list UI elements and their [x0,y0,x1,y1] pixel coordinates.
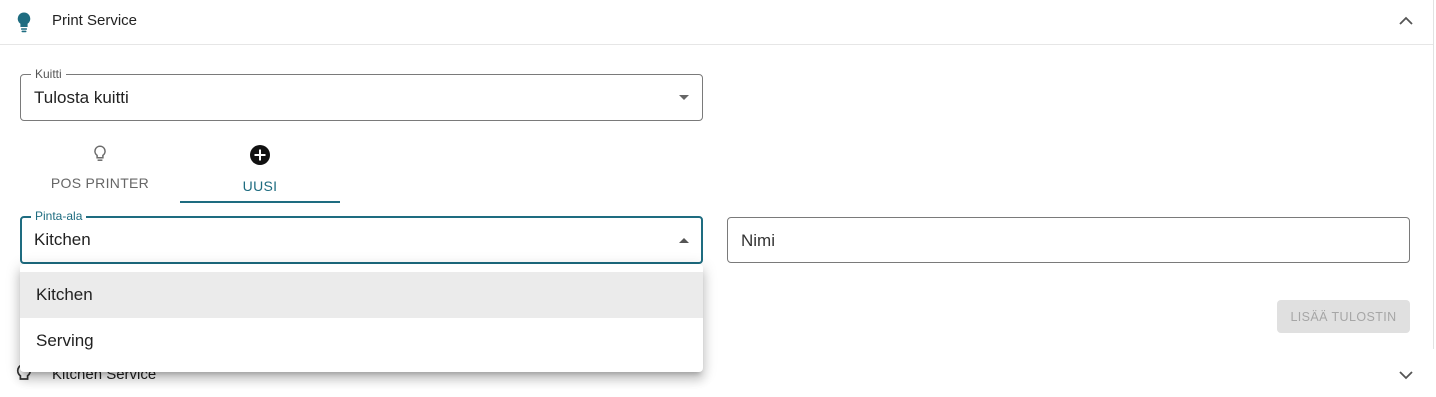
add-printer-button[interactable]: LISÄÄ TULOSTIN [1277,300,1410,333]
lightbulb-icon [17,12,31,33]
chevron-down-icon[interactable] [1398,368,1414,382]
menu-option-kitchen[interactable]: Kitchen [20,272,703,318]
name-input[interactable]: Nimi [727,217,1410,263]
dropdown-arrow-icon [679,95,689,100]
area-select-label: Pinta-ala [31,209,87,223]
tab-indicator [180,201,340,203]
menu-option-serving[interactable]: Serving [20,318,703,364]
lightbulb-outline-icon [94,145,106,161]
area-dropdown-menu: Kitchen Serving [20,264,703,372]
tab-uusi[interactable]: UUSI [180,140,340,202]
receipt-select-label: Kuitti [31,67,66,81]
panel-title: Print Service [52,12,138,29]
receipt-select[interactable]: Kuitti Tulosta kuitti [20,67,703,121]
tab-pos-printer-label: POS PRINTER [50,175,150,191]
name-input-placeholder: Nimi [741,231,775,250]
area-select[interactable]: Pinta-ala Kitchen [20,209,703,264]
add-circle-icon [250,145,270,165]
tab-uusi-label: UUSI [242,178,278,194]
area-select-value: Kitchen [34,230,91,249]
print-service-header[interactable]: Print Service [0,0,1433,45]
chevron-up-icon[interactable] [1398,14,1414,28]
dropdown-arrow-up-icon [679,238,689,243]
receipt-select-value: Tulosta kuitti [34,88,129,107]
tab-pos-printer[interactable]: POS PRINTER [20,140,180,202]
